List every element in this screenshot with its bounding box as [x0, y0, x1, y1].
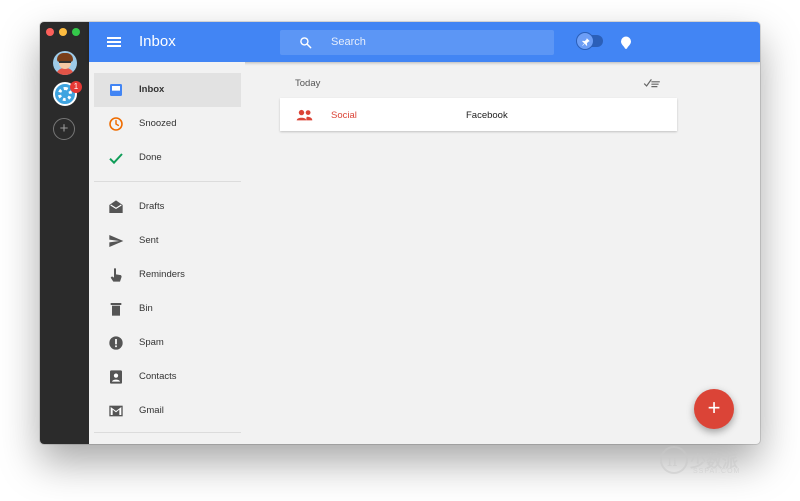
pin-icon: [582, 38, 590, 46]
sidebar-item-label: Spam: [139, 337, 164, 348]
sidebar-item-drafts[interactable]: Drafts: [94, 190, 241, 224]
user-avatar[interactable]: [53, 51, 77, 75]
sidebar-item-label: Drafts: [139, 201, 165, 212]
sidebar-item-inbox[interactable]: Inbox: [94, 73, 241, 107]
send-icon: [109, 235, 124, 247]
sidebar-item-label: Bin: [139, 303, 153, 314]
drafts-icon: [109, 200, 123, 213]
app-window: 1 + Inbox Search Inbox Snoozed Done Draf…: [40, 22, 760, 444]
pi-logo-icon: π: [660, 446, 688, 474]
compose-fab-button[interactable]: +: [694, 389, 734, 429]
sidebar-item-done[interactable]: Done: [94, 141, 241, 175]
sidebar-divider: [94, 432, 241, 433]
spam-icon: [109, 336, 123, 350]
sidebar-item-label: Inbox: [139, 84, 165, 95]
window-controls: [46, 28, 80, 36]
sidebar-item-gmail[interactable]: Gmail: [94, 394, 241, 428]
search-bar[interactable]: Search: [280, 30, 554, 55]
sidebar-item-label: Gmail: [139, 405, 164, 416]
sidebar-item-spam[interactable]: Spam: [94, 326, 241, 360]
sidebar-item-label: Contacts: [139, 371, 177, 382]
add-account-button[interactable]: +: [53, 118, 75, 140]
sspai-watermark: π 少数派 SSPAI.COM: [660, 446, 739, 479]
hamburger-menu-icon[interactable]: [107, 37, 121, 47]
watermark-subtext: SSPAI.COM: [693, 468, 741, 475]
reminder-bubble-icon[interactable]: [620, 36, 632, 49]
clock-icon: [109, 117, 123, 131]
trash-icon: [110, 303, 122, 316]
date-section-header: Today: [295, 78, 321, 89]
bundle-row-social[interactable]: Social Facebook: [280, 98, 677, 131]
sidebar-item-label: Done: [139, 152, 162, 163]
unread-count-badge: 1: [70, 81, 82, 93]
sidebar-item-reminders[interactable]: Reminders: [94, 258, 241, 292]
sidebar-divider: [94, 181, 241, 182]
account-rail: 1 +: [40, 22, 89, 444]
search-placeholder: Search: [331, 36, 366, 48]
svg-text:π: π: [667, 451, 678, 470]
people-icon: [296, 109, 313, 121]
bundle-sender: Facebook: [466, 110, 508, 121]
bundle-category: Social: [331, 110, 357, 121]
reminder-hand-icon: [110, 268, 122, 282]
nav-sidebar: Inbox Snoozed Done Drafts Sent Reminders…: [89, 62, 245, 444]
contacts-icon: [110, 370, 122, 384]
inbox-list: Today Social Facebook: [245, 62, 760, 444]
sidebar-item-bin[interactable]: Bin: [94, 292, 241, 326]
sidebar-item-sent[interactable]: Sent: [94, 224, 241, 258]
check-icon: [109, 153, 123, 165]
sidebar-item-label: Snoozed: [139, 118, 177, 129]
minimize-window-button[interactable]: [59, 28, 67, 36]
sidebar-item-label: Reminders: [139, 269, 185, 280]
close-window-button[interactable]: [46, 28, 54, 36]
sidebar-item-snoozed[interactable]: Snoozed: [94, 107, 241, 141]
inbox-icon: [110, 84, 122, 96]
sidebar-item-label: Sent: [139, 235, 159, 246]
pinned-toggle[interactable]: [576, 32, 603, 50]
sweep-done-icon[interactable]: [643, 77, 661, 89]
sidebar-item-contacts[interactable]: Contacts: [94, 360, 241, 394]
gmail-icon: [109, 405, 123, 417]
page-title: Inbox: [139, 33, 176, 50]
zoom-window-button[interactable]: [72, 28, 80, 36]
search-icon: [300, 37, 312, 49]
top-app-bar: Inbox Search: [89, 22, 760, 62]
